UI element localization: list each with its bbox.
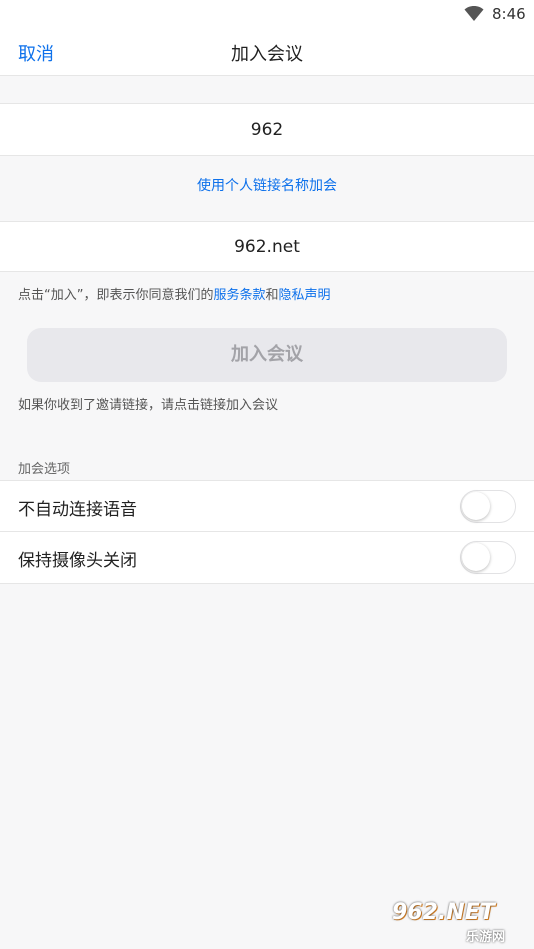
watermark-logo: 962.NET 乐游网 — [392, 900, 530, 946]
status-time: 8:46 — [492, 5, 526, 23]
join-meeting-button[interactable]: 加入会议 — [27, 328, 507, 382]
option-label: 保持摄像头关闭 — [18, 551, 137, 571]
meeting-id-input[interactable]: 962 — [0, 103, 534, 156]
toggle-knob — [462, 543, 490, 571]
status-bar: 8:46 — [0, 0, 534, 28]
privacy-statement-link[interactable]: 隐私声明 — [279, 288, 331, 303]
options-header: 加会选项 — [18, 462, 71, 477]
option-row-camera-off: 保持摄像头关闭 — [0, 532, 534, 584]
toggle-knob — [462, 492, 490, 520]
terms-and: 和 — [265, 288, 279, 303]
display-name-input[interactable]: 962.net — [0, 221, 534, 272]
watermark-subtext: 乐游网 — [466, 930, 506, 945]
nav-bar: 取消 加入会议 — [0, 28, 534, 76]
camera-off-toggle[interactable] — [460, 541, 516, 574]
terms-of-service-link[interactable]: 服务条款 — [213, 288, 265, 303]
option-label: 不自动连接语音 — [18, 500, 137, 520]
watermark-text: 962.NET — [392, 900, 495, 925]
terms-prefix: 点击“加入”，即表示你同意我们的 — [18, 288, 214, 303]
page-title: 加入会议 — [231, 44, 303, 65]
auto-audio-toggle[interactable] — [460, 490, 516, 523]
option-row-no-auto-audio: 不自动连接语音 — [0, 480, 534, 532]
wifi-icon — [464, 6, 484, 21]
terms-notice: 点击“加入”，即表示你同意我们的服务条款和隐私声明 — [18, 284, 331, 303]
personal-link-name-link[interactable]: 使用个人链接名称加会 — [0, 175, 534, 195]
invite-hint: 如果你收到了邀请链接，请点击链接加入会议 — [18, 398, 279, 413]
